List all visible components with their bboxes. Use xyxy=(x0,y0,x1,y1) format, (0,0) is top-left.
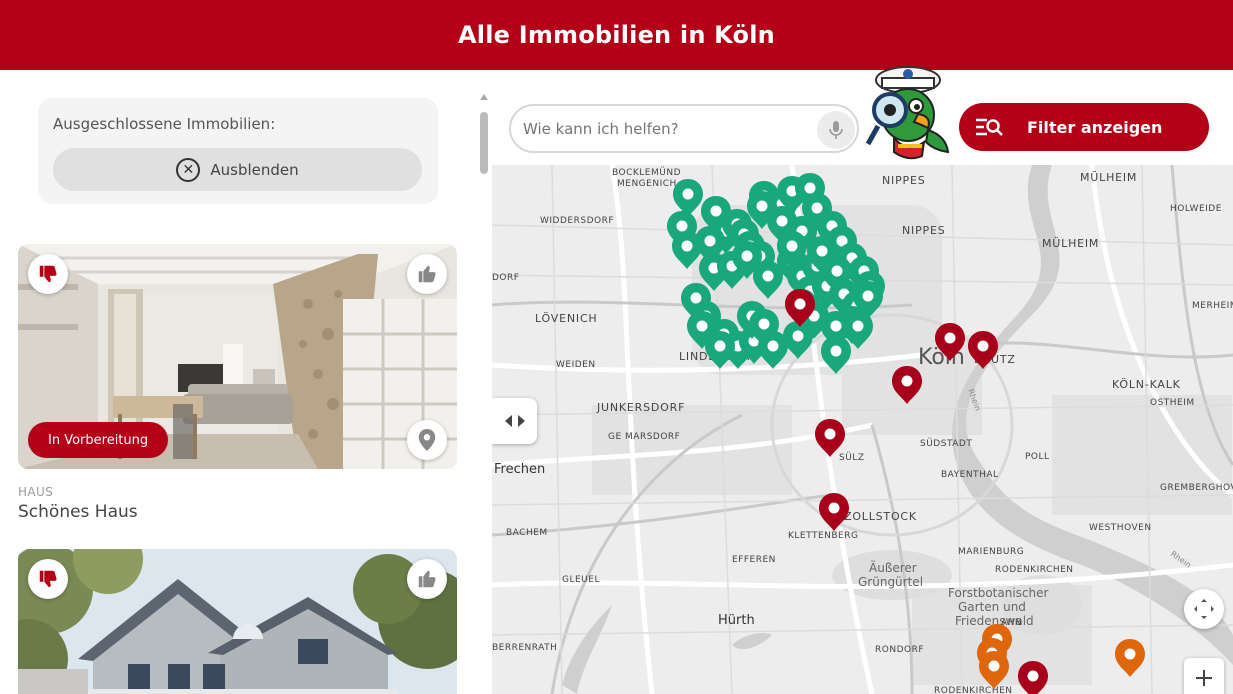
excluded-properties-box: Ausgeschlossene Immobilien: ✕ Ausblenden xyxy=(38,98,438,204)
map-label: LÖVENICH xyxy=(535,312,598,325)
excluded-label: Ausgeschlossene Immobilien: xyxy=(53,115,276,133)
map-label: POLL xyxy=(1025,452,1050,462)
map-label: RODENKIRCHEN xyxy=(995,565,1074,575)
map-label: Äußerer xyxy=(869,560,917,575)
map-label: RONDORF xyxy=(875,645,924,655)
map-label: WEIDEN xyxy=(556,360,596,370)
map-label: WESTHOVEN xyxy=(1089,523,1152,533)
split-view-toggle[interactable] xyxy=(492,398,537,444)
listing-panel: Ausgeschlossene Immobilien: ✕ Ausblenden xyxy=(0,70,475,694)
map-view[interactable]: BOCKLEMÜND MENGENICH NIPPES NIPPES MÜLHE… xyxy=(492,165,1233,694)
map-label: Frechen xyxy=(494,462,545,477)
location-pin-icon xyxy=(418,429,436,451)
listing-card[interactable] xyxy=(18,549,457,694)
expand-icon xyxy=(1194,599,1214,619)
microphone-button[interactable] xyxy=(817,111,855,149)
plus-icon xyxy=(1196,670,1212,686)
hide-excluded-label: Ausblenden xyxy=(210,160,299,179)
map-label: Grüngürtel xyxy=(858,575,923,589)
map-label: MÜLHEIM xyxy=(1042,237,1099,250)
map-label: HOLWEIDE xyxy=(1170,204,1222,214)
thumbs-down-icon xyxy=(39,265,57,283)
map-label: BAYENTHAL xyxy=(941,470,999,480)
scroll-up-arrow[interactable] xyxy=(480,94,488,100)
parrot-mascot-icon xyxy=(865,66,950,160)
fullscreen-button[interactable] xyxy=(1184,589,1224,629)
map-label: RODENKIRCHEN xyxy=(934,686,1013,694)
map-label: SÜLZ xyxy=(839,452,864,463)
map-label: Forstbotanischer xyxy=(948,586,1049,600)
map-label: BACHEM xyxy=(506,528,548,538)
close-circle-icon: ✕ xyxy=(176,157,201,182)
map-label: MÜLHEIM xyxy=(1080,171,1137,184)
page-header: Alle Immobilien in Köln xyxy=(0,0,1233,70)
show-filter-button[interactable]: Filter anzeigen xyxy=(959,103,1209,151)
map-label: KÖLN-KALK xyxy=(1112,378,1181,391)
map-label: ZOLLSTOCK xyxy=(844,510,917,523)
map-label: JUNKERSDORF xyxy=(596,401,685,414)
microphone-icon xyxy=(829,121,843,139)
dislike-button[interactable] xyxy=(28,254,68,294)
map-label: EFFEREN xyxy=(732,555,776,565)
zoom-in-button[interactable] xyxy=(1184,658,1224,694)
map-label: DORF xyxy=(492,273,519,283)
map-label: Garten und xyxy=(958,600,1026,614)
filter-label: Filter anzeigen xyxy=(1027,117,1163,137)
like-button[interactable] xyxy=(407,559,447,599)
map-label: MERHEIM xyxy=(1192,301,1233,311)
map-label: NIPPES xyxy=(882,174,925,187)
map-label: MENGENICH xyxy=(617,179,677,189)
scrollbar-thumb[interactable] xyxy=(480,112,488,174)
dislike-button[interactable] xyxy=(28,559,68,599)
map-label: BOCKLEMÜND xyxy=(612,167,681,178)
map-label: GE MARSDORF xyxy=(608,432,680,442)
map-label: BERRENRATH xyxy=(492,643,557,653)
listing-scrollbar[interactable] xyxy=(476,70,492,694)
listing-type: HAUS xyxy=(18,485,54,499)
map-label: KLETTENBERG xyxy=(788,531,858,541)
like-button[interactable] xyxy=(407,254,447,294)
map-label: WIDDERSDORF xyxy=(540,216,614,226)
thumbs-down-icon xyxy=(39,570,57,588)
split-arrows-icon xyxy=(504,415,525,427)
status-badge: In Vorbereitung xyxy=(28,422,169,458)
map-label: NIPPES xyxy=(902,224,945,237)
page-title: Alle Immobilien in Köln xyxy=(458,21,775,49)
thumbs-up-icon xyxy=(418,570,436,588)
map-label: GLEUEL xyxy=(562,575,600,585)
map-canvas[interactable]: BOCKLEMÜND MENGENICH NIPPES NIPPES MÜLHE… xyxy=(492,165,1233,694)
show-on-map-button[interactable] xyxy=(407,420,447,460)
listing-photo xyxy=(18,549,457,694)
filter-search-icon xyxy=(976,118,1003,136)
map-label: Hürth xyxy=(718,613,755,628)
map-label: MARIENBURG xyxy=(958,547,1024,557)
search-input[interactable] xyxy=(523,118,803,140)
map-label: OSTHEIM xyxy=(1150,398,1195,408)
search-box[interactable] xyxy=(509,104,859,153)
map-label: SÜDSTADT xyxy=(920,438,972,449)
listing-card[interactable]: In Vorbereitung xyxy=(18,244,457,469)
hide-excluded-button[interactable]: ✕ Ausblenden xyxy=(53,148,422,191)
listing-title[interactable]: Schönes Haus xyxy=(18,502,138,522)
thumbs-up-icon xyxy=(418,265,436,283)
map-label: GREMBERGHOVE xyxy=(1160,483,1233,493)
